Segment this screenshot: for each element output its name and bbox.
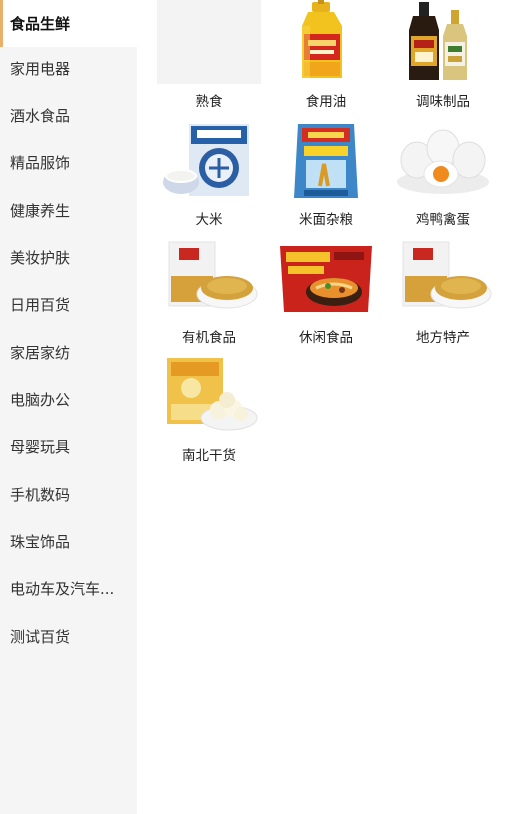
subcategory-organic[interactable]: 有机食品: [151, 236, 263, 348]
sidebar-item-test-goods[interactable]: 测试百货: [0, 613, 137, 660]
sidebar-item-computer-office[interactable]: 电脑办公: [0, 376, 137, 423]
subcategory-label: 大米: [195, 212, 223, 228]
subcategory-label: 休闲食品: [299, 330, 353, 346]
subcategory-grains[interactable]: 米面杂粮: [268, 118, 380, 230]
subcategory-specialty[interactable]: 地方特产: [385, 236, 497, 348]
placeholder-image: [157, 0, 261, 84]
sidebar-item-drinks[interactable]: 酒水食品: [0, 92, 137, 139]
subcategory-seasoning[interactable]: 调味制品: [385, 0, 497, 112]
sidebar-item-apparel[interactable]: 精品服饰: [0, 139, 137, 186]
subcategory-eggs[interactable]: 鸡鸭禽蛋: [385, 118, 497, 230]
category-sidebar: 食品生鲜 家用电器 酒水食品 精品服饰 健康养生 美妆护肤 日用百货 家居家纺 …: [0, 0, 137, 814]
sidebar-item-label: 健康养生: [10, 202, 71, 221]
subcategory-label: 有机食品: [182, 330, 236, 346]
rice-bag-icon: [157, 118, 261, 202]
sidebar-item-label: 家用电器: [10, 60, 71, 79]
sidebar-item-jewelry[interactable]: 珠宝饰品: [0, 518, 137, 565]
sidebar-item-label: 珠宝饰品: [10, 533, 71, 552]
sidebar-item-label: 家居家纺: [10, 344, 71, 363]
flour-bag-icon: [274, 118, 378, 202]
subcategory-panel: 熟食 食用油 调味制品 大米 米面杂粮 鸡鸭禽蛋 有机食品 休闲食品 地方特产 …: [137, 0, 515, 814]
sidebar-item-phones-digital[interactable]: 手机数码: [0, 471, 137, 518]
dried-food-bag-icon: [157, 354, 261, 438]
instant-noodles-icon: [274, 236, 378, 320]
subcategory-label: 米面杂粮: [299, 212, 353, 228]
sidebar-item-food-fresh[interactable]: 食品生鲜: [0, 0, 137, 48]
sidebar-item-label: 电脑办公: [10, 391, 71, 410]
millet-bag-icon: [391, 236, 495, 320]
subcategory-label: 熟食: [195, 94, 223, 110]
subcategory-cooking-oil[interactable]: 食用油: [268, 0, 380, 112]
sidebar-item-home-textiles[interactable]: 家居家纺: [0, 329, 137, 376]
sidebar-item-label: 手机数码: [10, 486, 71, 505]
millet-bag-icon: [157, 236, 261, 320]
cooking-oil-bottle-icon: [274, 0, 378, 84]
sidebar-item-appliances[interactable]: 家用电器: [0, 45, 137, 92]
sidebar-item-baby-toys[interactable]: 母婴玩具: [0, 423, 137, 470]
eggs-icon: [391, 118, 495, 202]
sidebar-item-label: 食品生鲜: [10, 15, 71, 34]
subcategory-label: 鸡鸭禽蛋: [416, 212, 470, 228]
sidebar-item-health[interactable]: 健康养生: [0, 187, 137, 234]
subcategory-snacks[interactable]: 休闲食品: [268, 236, 380, 348]
sidebar-item-daily-goods[interactable]: 日用百货: [0, 281, 137, 328]
sidebar-item-label: 日用百货: [10, 296, 71, 315]
subcategory-cooked-food[interactable]: 熟食: [151, 0, 263, 112]
subcategory-rice[interactable]: 大米: [151, 118, 263, 230]
sidebar-item-vehicles[interactable]: 电动车及汽车...: [0, 565, 137, 612]
sidebar-item-beauty[interactable]: 美妆护肤: [0, 234, 137, 281]
sidebar-item-label: 测试百货: [10, 628, 71, 647]
soy-sauce-bottles-icon: [391, 0, 495, 84]
subcategory-label: 调味制品: [416, 94, 470, 110]
subcategory-label: 南北干货: [182, 448, 236, 464]
subcategory-label: 地方特产: [416, 330, 470, 346]
sidebar-item-label: 电动车及汽车...: [10, 580, 115, 599]
subcategory-dried-goods[interactable]: 南北干货: [151, 354, 263, 466]
sidebar-item-label: 美妆护肤: [10, 249, 71, 268]
sidebar-item-label: 母婴玩具: [10, 438, 71, 457]
sidebar-item-label: 精品服饰: [10, 154, 71, 173]
subcategory-label: 食用油: [305, 94, 347, 110]
sidebar-item-label: 酒水食品: [10, 107, 71, 126]
